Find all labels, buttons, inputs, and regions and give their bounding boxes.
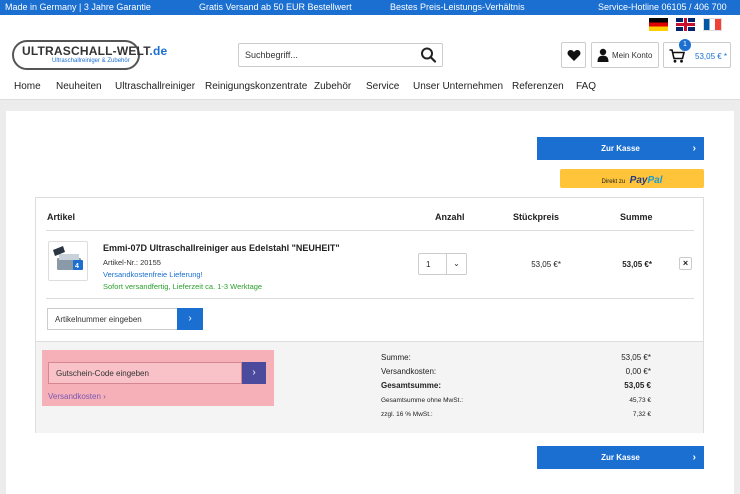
voucher-input[interactable] <box>49 363 241 384</box>
uk-flag-icon[interactable] <box>676 18 695 31</box>
shipping-value: 0,00 €* <box>625 367 651 376</box>
svg-text:4: 4 <box>75 263 79 270</box>
product-title[interactable]: Emmi-07D Ultraschallreiniger aus Edelsta… <box>103 243 340 253</box>
chevron-right-icon: › <box>692 452 696 463</box>
net-total-label: Gesamtsumme ohne MwSt.: <box>381 397 463 404</box>
redeem-voucher-button[interactable]: › <box>242 362 266 384</box>
column-header-quantity: Anzahl <box>435 212 465 222</box>
line-total: 53,05 €* <box>622 260 652 269</box>
quantity-value: 1 <box>426 260 431 269</box>
paypal-prefix: Direkt zu <box>601 179 626 185</box>
nav-item-faq[interactable]: FAQ <box>576 81 596 92</box>
voucher-field <box>48 362 242 384</box>
nav-item-service[interactable]: Service <box>366 81 399 92</box>
shipping-label: Versandkosten: <box>381 367 437 376</box>
chevron-down-icon: ⌄ <box>446 254 466 274</box>
column-header-article: Artikel <box>47 212 76 222</box>
net-total-value: 45,73 € <box>629 397 651 404</box>
vat-value: 7,32 € <box>632 411 651 418</box>
quantity-select[interactable]: 1 ⌄ <box>418 253 467 275</box>
paypal-express-button[interactable]: Direkt zu PayPal <box>560 169 704 188</box>
summary-section: › Versandkosten › Summe: 53,05 €* Versan… <box>36 341 703 433</box>
main-navigation: Home Neuheiten Ultraschallreiniger Reini… <box>0 81 740 97</box>
product-image[interactable]: 4 <box>48 241 88 281</box>
shipping-costs-link[interactable]: Versandkosten › <box>48 392 106 401</box>
top-info-bar: Made in Germany | 3 Jahre Garantie Grati… <box>0 0 740 15</box>
grand-total-value: 53,05 € <box>624 381 651 390</box>
add-article-button[interactable]: › <box>177 308 203 330</box>
account-button[interactable]: Mein Konto <box>591 42 659 68</box>
chevron-right-icon: › <box>188 313 192 324</box>
account-label: Mein Konto <box>612 51 653 60</box>
nav-item-ultraschallreiniger[interactable]: Ultraschallreiniger <box>115 81 195 92</box>
topbar-hotline: Service-Hotline 06105 / 406 700 <box>598 2 727 12</box>
cart-button[interactable]: 1 53,05 € * <box>663 39 731 68</box>
cart-amount: 53,05 € * <box>695 52 728 61</box>
column-header-unit-price: Stückpreis <box>513 212 560 222</box>
vat-label: zzgl. 16 % MwSt.: <box>381 411 433 418</box>
search-box <box>238 43 443 67</box>
voucher-highlight: › Versandkosten › <box>42 350 274 406</box>
column-header-total: Summe <box>620 212 653 222</box>
cart-table: Artikel Anzahl Stückpreis Summe 4 Emmi-0… <box>35 197 704 433</box>
chevron-right-icon: › <box>252 367 256 378</box>
search-input[interactable] <box>239 44 419 66</box>
article-number-field <box>47 308 177 330</box>
nav-item-unternehmen[interactable]: Unser Unternehmen <box>413 81 503 92</box>
nav-item-neuheiten[interactable]: Neuheiten <box>56 81 102 92</box>
user-icon <box>597 48 609 67</box>
sum-label: Summe: <box>381 353 411 362</box>
paypal-logo: PayPal <box>629 175 663 186</box>
chevron-right-icon: › <box>692 143 696 154</box>
checkout-label: Zur Kasse <box>601 453 640 462</box>
topbar-made-in: Made in Germany | 3 Jahre Garantie <box>5 2 151 12</box>
product-article-number: Artikel-Nr.: 20155 <box>103 258 161 267</box>
remove-item-button[interactable]: × <box>679 257 692 270</box>
checkout-button-top[interactable]: Zur Kasse › <box>537 137 704 160</box>
site-logo[interactable]: ULTRASCHALL-WELT.de Ultraschallreiniger … <box>12 40 167 70</box>
ultrasonic-cleaner-image: 4 <box>53 246 83 270</box>
article-number-input[interactable] <box>48 309 177 330</box>
logo-tagline: Ultraschallreiniger & Zubehör <box>52 58 130 64</box>
cart-icon <box>669 49 686 68</box>
unit-price: 53,05 €* <box>531 260 561 269</box>
language-flags <box>649 18 722 31</box>
sum-value: 53,05 €* <box>621 353 651 362</box>
logo-wordmark: ULTRASCHALL-WELT.de <box>22 44 168 58</box>
cart-count-badge: 1 <box>679 39 691 51</box>
divider <box>46 230 694 231</box>
nav-item-zubehoer[interactable]: Zubehör <box>314 81 351 92</box>
product-availability: Sofort versandfertig, Lieferzeit ca. 1-3… <box>103 282 263 291</box>
checkout-button-bottom[interactable]: Zur Kasse › <box>537 446 704 469</box>
checkout-label: Zur Kasse <box>601 144 640 153</box>
nav-item-referenzen[interactable]: Referenzen <box>512 81 564 92</box>
heart-icon <box>567 49 581 67</box>
search-icon[interactable] <box>420 47 438 63</box>
topbar-shipping: Gratis Versand ab 50 EUR Bestellwert <box>199 2 352 12</box>
nav-item-home[interactable]: Home <box>14 81 41 92</box>
german-flag-icon[interactable] <box>649 18 668 31</box>
product-shipping-note: Versandkostenfreie Lieferung! <box>103 270 203 279</box>
nav-item-reinigungskonzentrate[interactable]: Reinigungskonzentrate <box>205 81 307 92</box>
divider <box>46 298 694 299</box>
topbar-value: Bestes Preis-Leistungs-Verhältnis <box>390 2 525 12</box>
wishlist-button[interactable] <box>561 42 586 68</box>
french-flag-icon[interactable] <box>703 18 722 31</box>
grand-total-label: Gesamtsumme: <box>381 381 442 390</box>
